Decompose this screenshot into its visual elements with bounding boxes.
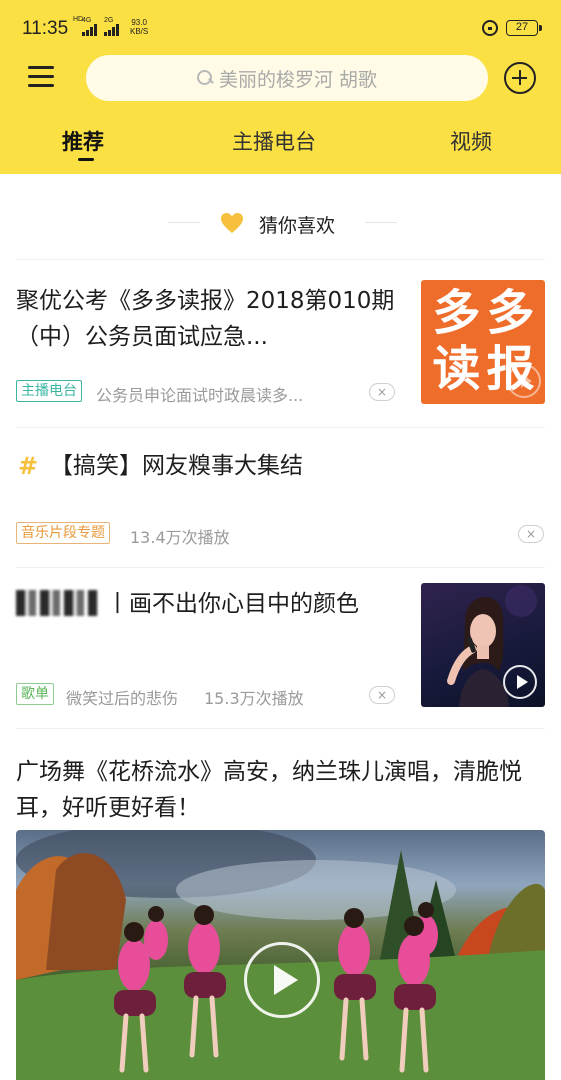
sim1-hd-tag: HD	[73, 16, 84, 23]
section-header: 猜你喜欢	[0, 204, 561, 242]
tab-radio[interactable]: 主播电台	[232, 126, 316, 156]
battery-icon: 27	[506, 20, 542, 36]
feed-item-title[interactable]: 广场舞《花桥流水》高安，纳兰珠儿演唱，清脆悦耳，好听更好看！	[16, 754, 545, 826]
search-bar[interactable]: 美丽的梭罗河 胡歌	[86, 55, 488, 101]
menu-icon[interactable]	[28, 66, 54, 88]
feed-item-thumbnail[interactable]	[421, 583, 545, 707]
hashtag-icon: #	[18, 452, 39, 480]
feed-item-title[interactable]: 聚优公考《多多读报》2018第010期（中）公务员面试应急...	[16, 283, 404, 355]
section-title: 猜你喜欢	[259, 215, 336, 237]
dismiss-button[interactable]: ×	[518, 525, 544, 543]
section-divider-left	[168, 222, 200, 223]
feed-item-title[interactable]: 【搞笑】网友糗事大集结	[50, 448, 530, 484]
sim1-network-tag: 4G	[82, 17, 92, 24]
sim2-network-tag: 2G	[104, 17, 114, 24]
status-bar: 11:35 4G HD 2G 93.0 KB/S 27	[0, 0, 561, 52]
play-icon	[503, 665, 537, 699]
play-icon[interactable]	[244, 942, 320, 1018]
thumb-char-2: 多	[486, 285, 535, 341]
section-divider-right	[365, 222, 397, 223]
tab-video[interactable]: 视频	[450, 126, 492, 156]
network-speed-value: 93.0	[131, 18, 147, 27]
sim2-signal-icon: 2G	[104, 17, 119, 36]
dismiss-button[interactable]: ×	[369, 383, 395, 401]
video-player[interactable]	[16, 830, 545, 1080]
feed-item-title[interactable]: 丨画不出你心目中的颜色	[16, 586, 404, 622]
category-badge: 音乐片段专题	[16, 522, 110, 544]
feed-item-meta: 公务员申论面试时政晨读多...	[96, 386, 304, 405]
category-badge: 主播电台	[16, 380, 82, 402]
network-speed-unit: KB/S	[130, 27, 149, 36]
network-speed: 93.0 KB/S	[130, 18, 148, 36]
divider	[16, 728, 545, 729]
top-header: 11:35 4G HD 2G 93.0 KB/S 27 美丽的梭罗河 胡歌 推荐…	[0, 0, 561, 174]
feed-item-meta: 15.3万次播放	[204, 689, 304, 708]
status-time: 11:35	[22, 18, 69, 39]
thumb-char-1: 多	[432, 285, 481, 341]
sim1-signal-icon: 4G	[82, 17, 97, 36]
add-icon[interactable]	[504, 62, 536, 94]
feed-item-thumbnail[interactable]: 多 多 读 报	[421, 280, 545, 404]
rotation-lock-icon	[482, 20, 498, 36]
feed-item-subtitle: 微笑过后的悲伤	[66, 689, 179, 708]
play-icon	[507, 364, 541, 398]
active-tab-indicator	[78, 158, 94, 161]
tab-recommend[interactable]: 推荐	[62, 126, 104, 156]
feed-item-meta: 13.4万次播放	[130, 528, 230, 547]
dismiss-button[interactable]: ×	[369, 686, 395, 704]
heart-icon	[221, 213, 243, 233]
divider	[16, 567, 545, 568]
search-icon	[196, 70, 213, 86]
search-placeholder: 美丽的梭罗河 胡歌	[218, 68, 378, 91]
thumb-char-3: 读	[432, 341, 481, 397]
category-badge: 歌单	[16, 683, 54, 705]
divider	[16, 427, 545, 428]
divider	[16, 259, 545, 260]
